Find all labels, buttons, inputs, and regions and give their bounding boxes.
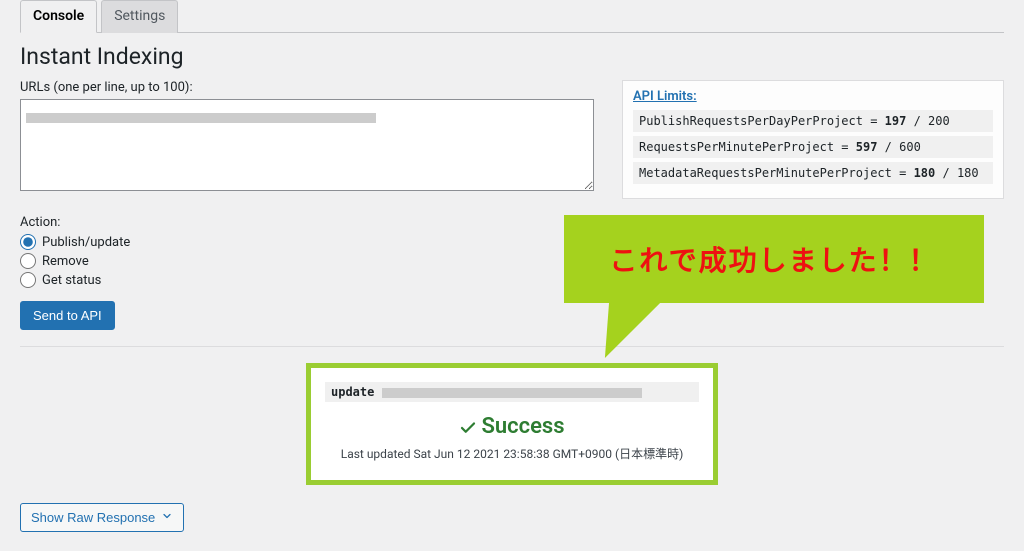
api-limits-panel: API Limits: PublishRequestsPerDayPerProj… xyxy=(622,80,1004,199)
check-icon xyxy=(459,419,475,435)
success-line: Success xyxy=(325,414,699,439)
last-updated: Last updated Sat Jun 12 2021 23:58:38 GM… xyxy=(325,445,699,462)
tab-settings[interactable]: Settings xyxy=(101,0,178,33)
radio-publish-label[interactable]: Publish/update xyxy=(42,235,130,250)
radio-get-status-label[interactable]: Get status xyxy=(42,273,101,288)
radio-remove[interactable] xyxy=(20,253,36,269)
urls-label: URLs (one per line, up to 100): xyxy=(20,80,594,95)
radio-publish[interactable] xyxy=(20,234,36,250)
result-box: update Success Last updated Sat Jun 12 2… xyxy=(306,363,718,485)
limit-row: RequestsPerMinutePerProject = 597 / 600 xyxy=(633,136,993,158)
tab-bar: Console Settings xyxy=(20,0,1004,33)
send-to-api-button[interactable]: Send to API xyxy=(20,301,115,330)
tab-console[interactable]: Console xyxy=(20,0,97,33)
limit-row: MetadataRequestsPerMinutePerProject = 18… xyxy=(633,162,993,184)
api-limits-title[interactable]: API Limits: xyxy=(633,89,697,104)
redacted-text xyxy=(26,113,376,123)
show-raw-response-button[interactable]: Show Raw Response xyxy=(20,503,184,532)
annotation-callout: これで成功しました！！ xyxy=(564,215,984,303)
action-label: Action: xyxy=(20,215,594,230)
radio-get-status[interactable] xyxy=(20,272,36,288)
result-code: update xyxy=(325,382,699,402)
chevron-down-icon xyxy=(161,510,173,525)
divider xyxy=(20,346,1004,347)
radio-remove-label[interactable]: Remove xyxy=(42,254,89,269)
limit-row: PublishRequestsPerDayPerProject = 197 / … xyxy=(633,110,993,132)
page-title: Instant Indexing xyxy=(20,43,1004,70)
